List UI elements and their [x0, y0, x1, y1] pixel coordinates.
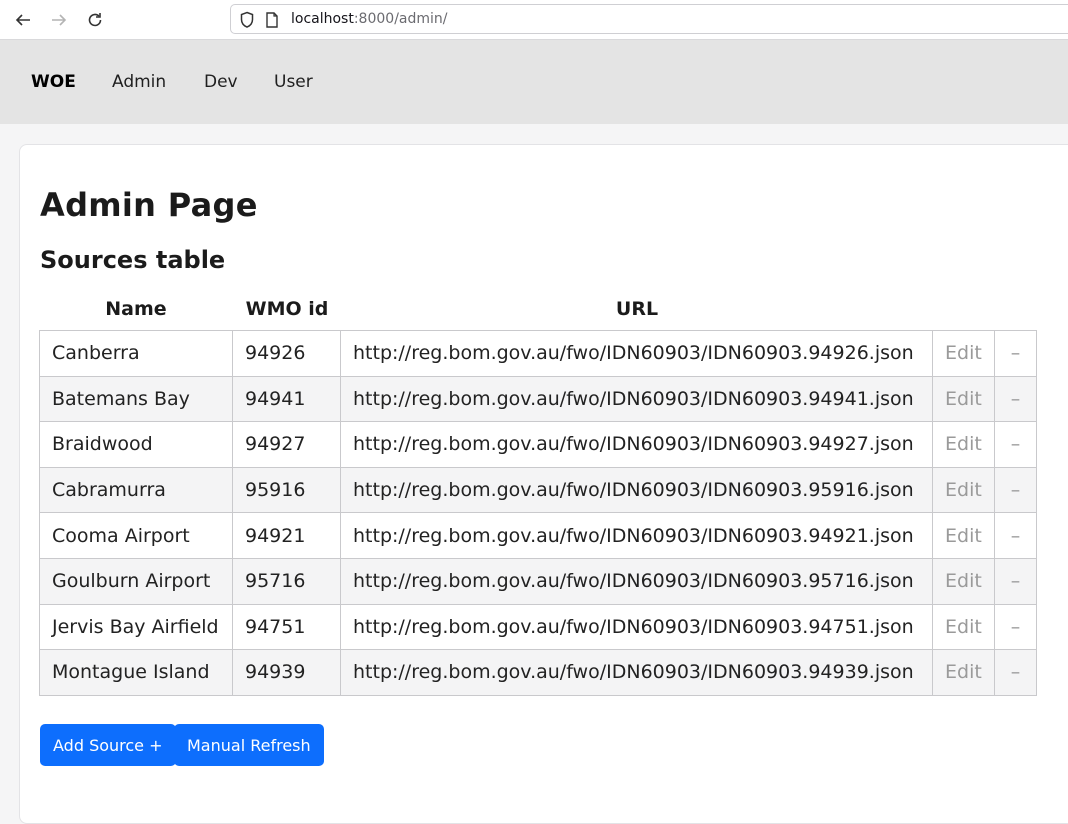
- source-name-cell: Cooma Airport: [39, 512, 233, 559]
- table-row: Montague Island 94939 http://reg.bom.gov.a…: [39, 649, 1037, 696]
- manual-refresh-button[interactable]: Manual Refresh: [174, 724, 324, 766]
- wmo-id-cell: 95916: [232, 466, 341, 514]
- delete-button[interactable]: –: [994, 649, 1037, 696]
- delete-button[interactable]: –: [994, 375, 1037, 423]
- url-host: localhost: [291, 11, 354, 27]
- column-header-name: Name: [105, 298, 167, 320]
- section-title: Sources table: [40, 246, 226, 274]
- delete-button[interactable]: –: [994, 330, 1037, 377]
- delete-button[interactable]: –: [994, 557, 1037, 605]
- nav-link-user[interactable]: User: [274, 72, 313, 92]
- sources-table: Canberra 94926 http://reg.bom.gov.au/fwo/I…: [39, 330, 1037, 696]
- column-header-url: URL: [615, 298, 659, 320]
- wmo-id-cell: 94939: [232, 649, 341, 696]
- edit-button[interactable]: Edit: [932, 512, 995, 559]
- delete-button[interactable]: –: [994, 421, 1037, 468]
- edit-button[interactable]: Edit: [932, 649, 995, 696]
- wmo-id-cell: 94751: [232, 603, 341, 651]
- edit-button[interactable]: Edit: [932, 330, 995, 377]
- wmo-id-cell: 95716: [232, 557, 341, 605]
- edit-button[interactable]: Edit: [932, 603, 995, 651]
- nav-link-dev[interactable]: Dev: [204, 72, 238, 92]
- edit-button[interactable]: Edit: [932, 375, 995, 423]
- url-cell: http://reg.bom.gov.au/fwo/IDN60903/IDN60…: [340, 421, 933, 468]
- shield-icon[interactable]: [239, 11, 255, 33]
- source-name-cell: Batemans Bay: [39, 375, 233, 423]
- column-header-wmo: WMO id: [245, 298, 329, 320]
- wmo-id-cell: 94927: [232, 421, 341, 468]
- source-name-cell: Canberra: [39, 330, 233, 377]
- table-row: Canberra 94926 http://reg.bom.gov.au/fwo/I…: [39, 330, 1037, 377]
- delete-button[interactable]: –: [994, 466, 1037, 514]
- source-name-cell: Montague Island: [39, 649, 233, 696]
- browser-toolbar: localhost:8000/admin/: [0, 0, 1068, 40]
- table-row: Jervis Bay Airfield 94751 http://reg.bom.g…: [39, 603, 1037, 651]
- page-title: Admin Page: [40, 186, 258, 224]
- url-cell: http://reg.bom.gov.au/fwo/IDN60903/IDN60…: [340, 466, 933, 514]
- reload-icon[interactable]: [83, 8, 107, 32]
- page-icon[interactable]: [265, 12, 279, 32]
- add-source-button[interactable]: Add Source +: [40, 724, 176, 766]
- forward-arrow-icon[interactable]: [47, 8, 71, 32]
- edit-button[interactable]: Edit: [932, 557, 995, 605]
- table-row: Cabramurra 95916 http://reg.bom.gov.au/fwo…: [39, 466, 1037, 514]
- source-name-cell: Jervis Bay Airfield: [39, 603, 233, 651]
- table-row: Goulburn Airport 95716 http://reg.bom.gov.…: [39, 557, 1037, 605]
- url-cell: http://reg.bom.gov.au/fwo/IDN60903/IDN60…: [340, 649, 933, 696]
- nav-link-admin[interactable]: Admin: [112, 72, 166, 92]
- url-cell: http://reg.bom.gov.au/fwo/IDN60903/IDN60…: [340, 375, 933, 423]
- url-text[interactable]: localhost:8000/admin/: [291, 11, 448, 27]
- wmo-id-cell: 94941: [232, 375, 341, 423]
- brand-link[interactable]: WOE: [31, 72, 76, 92]
- wmo-id-cell: 94921: [232, 512, 341, 559]
- url-cell: http://reg.bom.gov.au/fwo/IDN60903/IDN60…: [340, 330, 933, 377]
- source-name-cell: Cabramurra: [39, 466, 233, 514]
- table-row: Braidwood 94927 http://reg.bom.gov.au/fwo/…: [39, 421, 1037, 468]
- url-path: :8000/admin/: [353, 11, 448, 27]
- table-row: Batemans Bay 94941 http://reg.bom.gov.au/f…: [39, 375, 1037, 423]
- back-arrow-icon[interactable]: [11, 8, 35, 32]
- table-row: Cooma Airport 94921 http://reg.bom.gov.au/…: [39, 512, 1037, 559]
- url-cell: http://reg.bom.gov.au/fwo/IDN60903/IDN60…: [340, 512, 933, 559]
- url-cell: http://reg.bom.gov.au/fwo/IDN60903/IDN60…: [340, 557, 933, 605]
- source-name-cell: Goulburn Airport: [39, 557, 233, 605]
- wmo-id-cell: 94926: [232, 330, 341, 377]
- source-name-cell: Braidwood: [39, 421, 233, 468]
- edit-button[interactable]: Edit: [932, 421, 995, 468]
- edit-button[interactable]: Edit: [932, 466, 995, 514]
- delete-button[interactable]: –: [994, 603, 1037, 651]
- delete-button[interactable]: –: [994, 512, 1037, 559]
- address-bar[interactable]: localhost:8000/admin/: [230, 4, 1068, 34]
- url-cell: http://reg.bom.gov.au/fwo/IDN60903/IDN60…: [340, 603, 933, 651]
